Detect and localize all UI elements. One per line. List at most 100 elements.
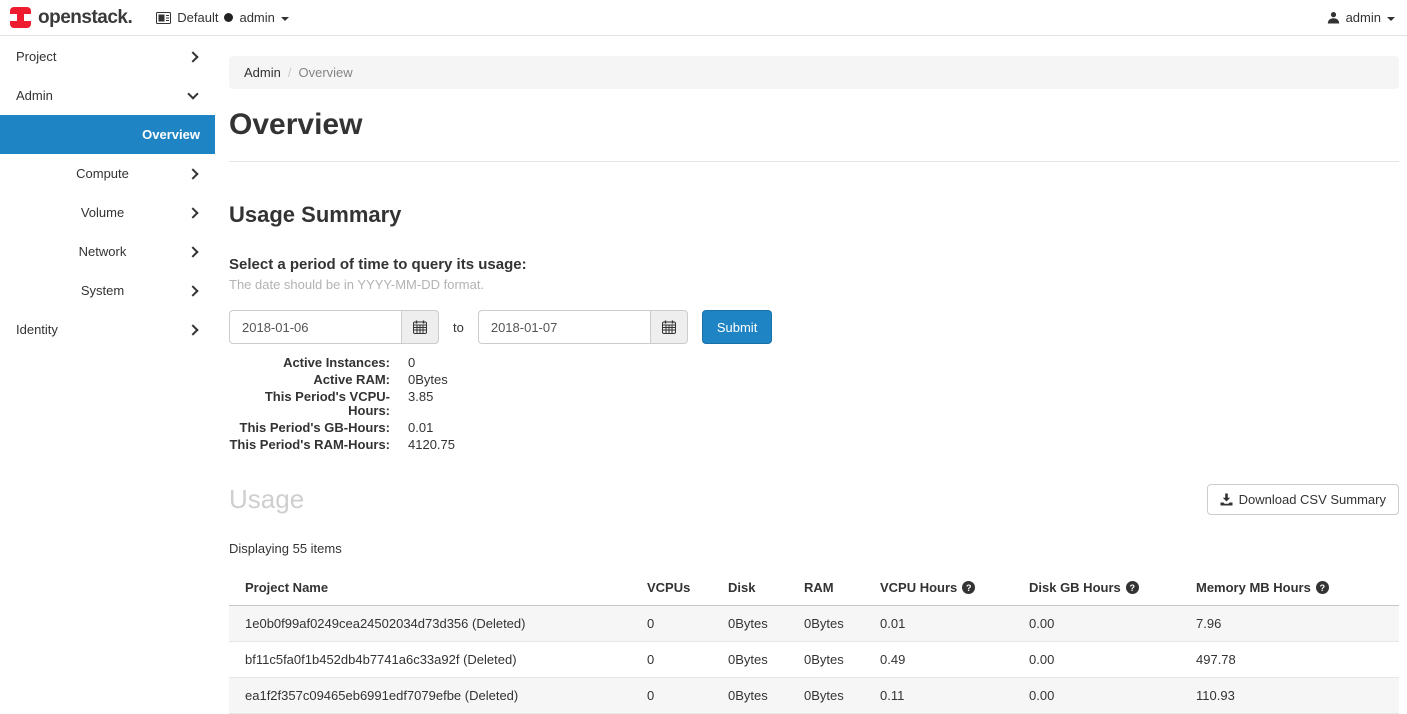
download-csv-button[interactable]: Download CSV Summary bbox=[1207, 484, 1399, 515]
sidebar-nav: Project Admin Overview Compute Volume Ne… bbox=[0, 37, 215, 670]
cell-memory-mb-hours: 7.96 bbox=[1188, 606, 1399, 642]
sidebar-item-system[interactable]: System bbox=[0, 271, 215, 310]
sidebar-item-label: Admin bbox=[16, 88, 189, 103]
help-icon[interactable] bbox=[1126, 581, 1139, 594]
cell-disk-gb-hours: 0.00 bbox=[1021, 642, 1188, 678]
stat-label: This Period's RAM-Hours: bbox=[229, 438, 390, 452]
calendar-icon[interactable] bbox=[401, 310, 439, 344]
caret-down-icon bbox=[1387, 17, 1395, 21]
stat-label: Active Instances: bbox=[229, 356, 390, 370]
table-row: ea1f2f357c09465eb6991edf7079efbe (Delete… bbox=[229, 678, 1399, 714]
openstack-brand[interactable]: openstack. bbox=[10, 7, 132, 29]
breadcrumb-separator: / bbox=[288, 65, 292, 80]
domain-project-switcher[interactable]: Default admin bbox=[156, 10, 289, 25]
chevron-down-icon bbox=[187, 88, 198, 99]
user-icon bbox=[1327, 11, 1340, 24]
cell-disk: 0Bytes bbox=[720, 642, 796, 678]
breadcrumb-overview: Overview bbox=[298, 65, 352, 80]
cell-ram: 0Bytes bbox=[796, 606, 872, 642]
sidebar-item-network[interactable]: Network bbox=[0, 232, 215, 271]
column-label: VCPUs bbox=[647, 580, 690, 595]
help-icon[interactable] bbox=[1316, 581, 1329, 594]
column-header-memory-mb-hours[interactable]: Memory MB Hours bbox=[1188, 570, 1399, 606]
date-from-group bbox=[229, 310, 439, 344]
brand-name: openstack. bbox=[38, 7, 132, 29]
column-header-disk[interactable]: Disk bbox=[720, 570, 796, 606]
stat-value: 3.85 bbox=[408, 390, 433, 418]
main-content: Admin / Overview Overview Usage Summary … bbox=[229, 37, 1399, 714]
cell-disk-gb-hours: 0.00 bbox=[1021, 606, 1188, 642]
openstack-logo-icon bbox=[10, 7, 31, 28]
date-to-group bbox=[478, 310, 688, 344]
project-name: admin bbox=[239, 10, 274, 25]
sidebar-item-label: Project bbox=[16, 49, 189, 64]
stat-active-instances: Active Instances: 0 bbox=[229, 356, 1399, 370]
cell-disk-gb-hours: 0.00 bbox=[1021, 678, 1188, 714]
chevron-right-icon bbox=[187, 285, 198, 296]
submit-button[interactable]: Submit bbox=[702, 310, 772, 344]
date-from-input[interactable] bbox=[229, 310, 401, 344]
column-label: VCPU Hours bbox=[880, 580, 957, 595]
column-header-disk-gb-hours[interactable]: Disk GB Hours bbox=[1021, 570, 1188, 606]
stat-active-ram: Active RAM: 0Bytes bbox=[229, 373, 1399, 387]
date-format-hint: The date should be in YYYY-MM-DD format. bbox=[229, 277, 1399, 292]
date-to-input[interactable] bbox=[478, 310, 650, 344]
cell-vcpu-hours: 0.11 bbox=[872, 678, 1021, 714]
cell-memory-mb-hours: 497.78 bbox=[1188, 642, 1399, 678]
help-icon[interactable] bbox=[962, 581, 975, 594]
stat-ram-hours: This Period's RAM-Hours: 4120.75 bbox=[229, 438, 1399, 452]
table-header-row: Project Name VCPUs Disk RAM VCPU Hours D… bbox=[229, 570, 1399, 606]
cell-ram: 0Bytes bbox=[796, 642, 872, 678]
column-label: Disk GB Hours bbox=[1029, 580, 1121, 595]
stat-value: 0.01 bbox=[408, 421, 433, 435]
cell-vcpu-hours: 0.01 bbox=[872, 606, 1021, 642]
column-header-ram[interactable]: RAM bbox=[796, 570, 872, 606]
cell-vcpus: 0 bbox=[639, 606, 720, 642]
page-title: Overview bbox=[229, 108, 1399, 142]
cell-project-name: ea1f2f357c09465eb6991edf7079efbe (Delete… bbox=[229, 678, 639, 714]
table-row: 1e0b0f99af0249cea24502034d73d356 (Delete… bbox=[229, 606, 1399, 642]
stat-gb-hours: This Period's GB-Hours: 0.01 bbox=[229, 421, 1399, 435]
column-header-project-name[interactable]: Project Name bbox=[229, 570, 639, 606]
stat-label: This Period's GB-Hours: bbox=[229, 421, 390, 435]
usage-summary-heading: Usage Summary bbox=[229, 202, 1399, 228]
cell-disk: 0Bytes bbox=[720, 606, 796, 642]
user-name: admin bbox=[1346, 10, 1381, 25]
stat-value: 4120.75 bbox=[408, 438, 455, 452]
project-indicator-dot bbox=[224, 13, 233, 22]
sidebar-item-overview[interactable]: Overview bbox=[0, 115, 215, 154]
cell-memory-mb-hours: 110.93 bbox=[1188, 678, 1399, 714]
sidebar-item-admin[interactable]: Admin bbox=[0, 76, 215, 115]
usage-table-heading: Usage bbox=[229, 484, 304, 515]
chevron-right-icon bbox=[187, 168, 198, 179]
sidebar-item-label: Compute bbox=[16, 166, 189, 181]
column-label: Disk bbox=[728, 580, 755, 595]
query-prompt: Select a period of time to query its usa… bbox=[229, 256, 1399, 273]
sidebar-item-project[interactable]: Project bbox=[0, 37, 215, 76]
domain-name: Default bbox=[177, 10, 218, 25]
chevron-right-icon bbox=[187, 324, 198, 335]
usage-stats: Active Instances: 0 Active RAM: 0Bytes T… bbox=[229, 356, 1399, 452]
cell-vcpu-hours: 0.49 bbox=[872, 642, 1021, 678]
caret-down-icon bbox=[281, 17, 289, 21]
breadcrumb-admin[interactable]: Admin bbox=[244, 65, 281, 80]
sidebar-item-identity[interactable]: Identity bbox=[0, 310, 215, 349]
user-menu[interactable]: admin bbox=[1327, 10, 1395, 25]
sidebar-item-label: Identity bbox=[16, 322, 189, 337]
cell-ram: 0Bytes bbox=[796, 678, 872, 714]
column-label: RAM bbox=[804, 580, 834, 595]
cell-disk: 0Bytes bbox=[720, 678, 796, 714]
sidebar-item-volume[interactable]: Volume bbox=[0, 193, 215, 232]
column-header-vcpu-hours[interactable]: VCPU Hours bbox=[872, 570, 1021, 606]
column-header-vcpus[interactable]: VCPUs bbox=[639, 570, 720, 606]
download-icon bbox=[1220, 493, 1233, 506]
sidebar-item-label: System bbox=[16, 283, 189, 298]
chevron-right-icon bbox=[187, 207, 198, 218]
usage-table: Project Name VCPUs Disk RAM VCPU Hours D… bbox=[229, 570, 1399, 714]
sidebar-item-compute[interactable]: Compute bbox=[0, 154, 215, 193]
calendar-icon[interactable] bbox=[650, 310, 688, 344]
stat-value: 0Bytes bbox=[408, 373, 448, 387]
stat-label: This Period's VCPU-Hours: bbox=[229, 390, 390, 418]
stat-vcpu-hours: This Period's VCPU-Hours: 3.85 bbox=[229, 390, 1399, 418]
download-csv-label: Download CSV Summary bbox=[1239, 492, 1386, 507]
